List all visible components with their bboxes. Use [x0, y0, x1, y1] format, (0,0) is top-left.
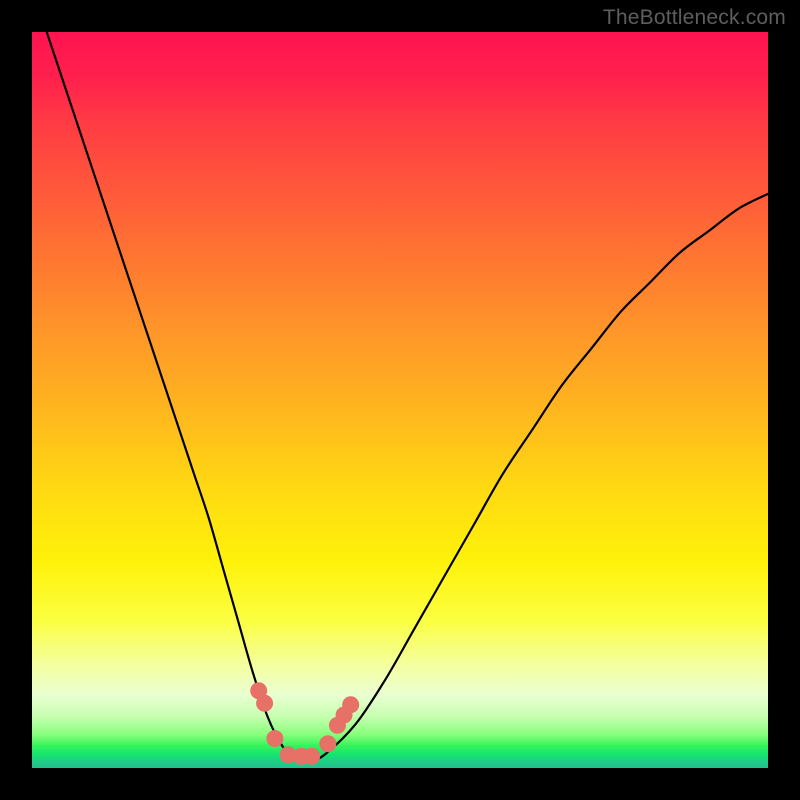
curve-path-group — [32, 0, 768, 762]
chart-frame: TheBottleneck.com — [0, 0, 800, 800]
curve-marker — [256, 695, 273, 712]
watermark-text: TheBottleneck.com — [603, 6, 786, 30]
curve-marker — [319, 735, 336, 752]
bottleneck-curve — [32, 32, 768, 768]
curve-marker — [266, 730, 283, 747]
curve-marker — [303, 748, 320, 765]
curve-markers — [250, 682, 359, 765]
curve-path — [32, 0, 768, 762]
curve-marker — [342, 696, 359, 713]
plot-area — [32, 32, 768, 768]
